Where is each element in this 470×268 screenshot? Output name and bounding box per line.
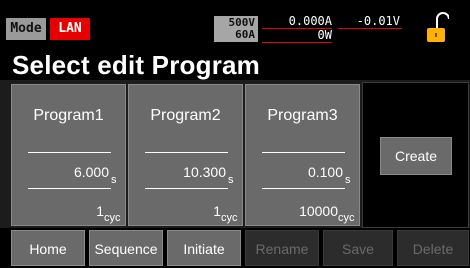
save-button[interactable]: Save (323, 230, 393, 266)
time-unit: s (345, 174, 351, 186)
program-card-2[interactable]: Program2 10.300 s 1 cyc (128, 84, 243, 226)
current-readout: 0.000A (288, 14, 332, 28)
program-time: 6.000 (73, 164, 109, 180)
divider (28, 152, 111, 153)
voltage-underline (338, 28, 402, 29)
create-button[interactable]: Create (380, 137, 452, 175)
divider (262, 188, 345, 189)
divider (262, 152, 345, 153)
time-unit: s (111, 174, 117, 186)
initiate-button[interactable]: Initiate (167, 230, 241, 266)
home-button[interactable]: Home (11, 230, 85, 266)
rating-badge: 500V 60A (214, 16, 258, 42)
program-cycles: 10000 (299, 203, 338, 219)
voltage-readout: -0.01V (356, 14, 400, 28)
status-bar: Mode LAN 500V 60A 0.000A -0.01V 0W (0, 0, 470, 46)
cycle-unit: cyc (221, 212, 238, 224)
page-title: Select edit Program (12, 50, 260, 80)
program-name: Program2 (150, 107, 221, 124)
divider (28, 188, 111, 189)
program-cycles: 1 (96, 203, 104, 219)
divider (145, 188, 228, 189)
divider (145, 152, 228, 153)
power-underline (262, 42, 332, 43)
program-cycles: 1 (213, 203, 221, 219)
program-name: Program3 (267, 107, 338, 124)
sequence-button[interactable]: Sequence (89, 230, 163, 266)
cycle-unit: cyc (338, 212, 355, 224)
rated-current: 60A (235, 28, 255, 41)
program-time: 0.100 (307, 164, 343, 180)
program-name: Program1 (33, 107, 104, 124)
program-card-1[interactable]: Program1 6.000 s 1 cyc (11, 84, 126, 226)
program-card-3[interactable]: Program3 0.100 s 10000 cyc (245, 84, 360, 226)
lan-badge: LAN (50, 18, 90, 40)
power-readout: 0W (317, 28, 332, 42)
mode-badge[interactable]: Mode (6, 18, 46, 40)
program-time: 10.300 (183, 164, 226, 180)
rename-button[interactable]: Rename (245, 230, 319, 266)
cycle-unit: cyc (104, 212, 121, 224)
lock-open-icon (427, 12, 449, 42)
delete-button[interactable]: Delete (397, 230, 469, 266)
time-unit: s (228, 174, 234, 186)
